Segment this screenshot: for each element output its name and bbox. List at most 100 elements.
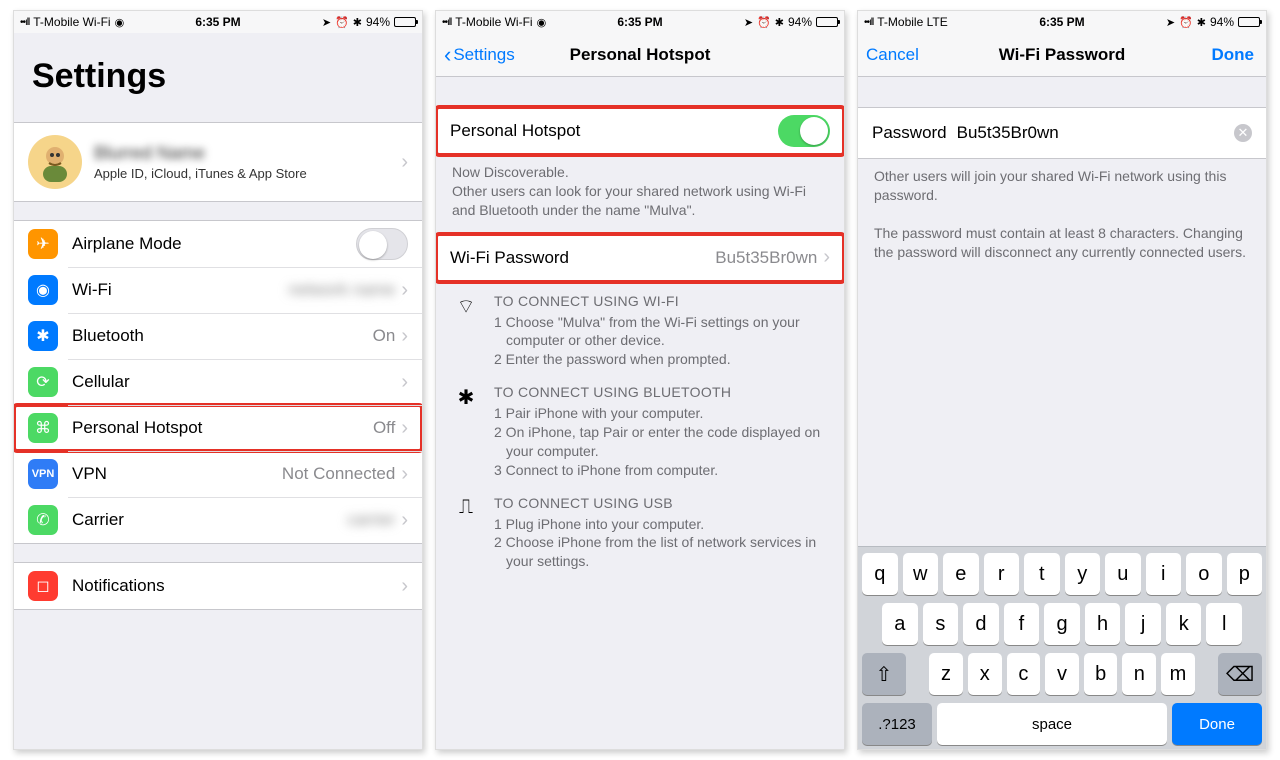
wifi-password-label: Wi-Fi Password bbox=[450, 248, 715, 268]
wifi-settings-icon: ◉ bbox=[28, 275, 58, 305]
battery-pct: 94% bbox=[1210, 15, 1234, 29]
cancel-button[interactable]: Cancel bbox=[866, 33, 919, 77]
key-x[interactable]: x bbox=[968, 653, 1002, 695]
key-b[interactable]: b bbox=[1084, 653, 1118, 695]
key-v[interactable]: v bbox=[1045, 653, 1079, 695]
discoverable-body: Other users can look for your shared net… bbox=[452, 183, 806, 218]
key-n[interactable]: n bbox=[1122, 653, 1156, 695]
battery-pct: 94% bbox=[366, 15, 390, 29]
password-cell[interactable]: Password Bu5t35Br0wn ✕ bbox=[858, 108, 1266, 158]
alarm-icon: ⏰ bbox=[757, 16, 771, 29]
battery-icon bbox=[816, 17, 838, 27]
page-title: Settings bbox=[32, 57, 404, 96]
page-title-area: Settings bbox=[14, 33, 422, 104]
back-button[interactable]: ‹ Settings bbox=[444, 33, 515, 77]
location-icon: ➤ bbox=[322, 16, 331, 29]
notifications-cell[interactable]: ◻ Notifications › bbox=[14, 563, 422, 609]
key-w[interactable]: w bbox=[903, 553, 939, 595]
notifications-label: Notifications bbox=[72, 576, 401, 596]
bluetooth-cell[interactable]: ✱ Bluetooth On › bbox=[14, 313, 422, 359]
key-t[interactable]: t bbox=[1024, 553, 1060, 595]
carrier-cell[interactable]: ✆ Carrier carrier › bbox=[14, 497, 422, 543]
key-j[interactable]: j bbox=[1125, 603, 1161, 645]
wifi-value: network name bbox=[289, 280, 396, 300]
done-button[interactable]: Done bbox=[1212, 33, 1255, 77]
clear-button[interactable]: ✕ bbox=[1234, 124, 1252, 142]
profile-group: Blurred Name Apple ID, iCloud, iTunes & … bbox=[14, 122, 422, 202]
airplane-icon: ✈ bbox=[28, 229, 58, 259]
hotspot-toggle[interactable] bbox=[778, 115, 830, 147]
space-key[interactable]: space bbox=[937, 703, 1167, 745]
key-k[interactable]: k bbox=[1166, 603, 1202, 645]
nav-title: Wi-Fi Password bbox=[999, 45, 1125, 65]
network-group: ✈ Airplane Mode ◉ Wi-Fi network name › ✱… bbox=[14, 220, 422, 544]
password-input[interactable]: Bu5t35Br0wn bbox=[957, 123, 1234, 143]
airplane-mode-cell[interactable]: ✈ Airplane Mode bbox=[14, 221, 422, 267]
key-row-2: asdfghjkl bbox=[862, 603, 1262, 645]
chevron-icon: › bbox=[401, 463, 408, 486]
cellular-cell[interactable]: ⟳ Cellular › bbox=[14, 359, 422, 405]
bluetooth-icon: ✱ bbox=[1197, 16, 1206, 29]
notifications-icon: ◻ bbox=[28, 571, 58, 601]
wifi-password-group: Wi-Fi Password Bu5t35Br0wn › bbox=[436, 234, 844, 282]
key-h[interactable]: h bbox=[1085, 603, 1121, 645]
battery-pct: 94% bbox=[788, 15, 812, 29]
wifi-cell[interactable]: ◉ Wi-Fi network name › bbox=[14, 267, 422, 313]
key-r[interactable]: r bbox=[984, 553, 1020, 595]
key-i[interactable]: i bbox=[1146, 553, 1182, 595]
key-z[interactable]: z bbox=[929, 653, 963, 695]
wifi-instr-1: 1 Choose "Mulva" from the Wi-Fi settings… bbox=[494, 313, 828, 351]
apple-id-cell[interactable]: Blurred Name Apple ID, iCloud, iTunes & … bbox=[14, 123, 422, 201]
key-m[interactable]: m bbox=[1161, 653, 1195, 695]
hotspot-toggle-label: Personal Hotspot bbox=[450, 121, 778, 141]
keyboard-done-key[interactable]: Done bbox=[1172, 703, 1262, 745]
password-help: Other users will join your shared Wi-Fi … bbox=[858, 159, 1266, 269]
wifi-instructions: ⌔ TO CONNECT USING WI-FI 1 Choose "Mulva… bbox=[436, 282, 844, 374]
wifi-label: Wi-Fi bbox=[72, 280, 289, 300]
airplane-toggle[interactable] bbox=[356, 228, 408, 260]
key-s[interactable]: s bbox=[923, 603, 959, 645]
chevron-icon: › bbox=[401, 509, 408, 532]
wifi-password-cell[interactable]: Wi-Fi Password Bu5t35Br0wn › bbox=[436, 235, 844, 281]
key-y[interactable]: y bbox=[1065, 553, 1101, 595]
wifi-icon: ◉ bbox=[115, 16, 125, 29]
key-e[interactable]: e bbox=[943, 553, 979, 595]
key-g[interactable]: g bbox=[1044, 603, 1080, 645]
key-l[interactable]: l bbox=[1206, 603, 1242, 645]
clock: 6:35 PM bbox=[195, 15, 240, 29]
nav-bar: ‹ Settings Personal Hotspot bbox=[436, 33, 844, 77]
password-group: Password Bu5t35Br0wn ✕ bbox=[858, 107, 1266, 159]
personal-hotspot-cell[interactable]: ⌘ Personal Hotspot Off › bbox=[14, 405, 422, 451]
backspace-key[interactable]: ⌫ bbox=[1218, 653, 1262, 695]
chevron-icon: › bbox=[401, 279, 408, 302]
bluetooth-instructions: ✱ TO CONNECT USING BLUETOOTH 1 Pair iPho… bbox=[436, 373, 844, 483]
shift-key[interactable]: ⇧ bbox=[862, 653, 906, 695]
wifi-instr-title: TO CONNECT USING WI-FI bbox=[494, 292, 828, 311]
password-label: Password bbox=[872, 123, 947, 143]
numbers-key[interactable]: .?123 bbox=[862, 703, 932, 745]
key-row-3: ⇧ zxcvbnm ⌫ bbox=[862, 653, 1262, 695]
hotspot-icon: ⌘ bbox=[28, 413, 58, 443]
bluetooth-icon: ✱ bbox=[353, 16, 362, 29]
key-u[interactable]: u bbox=[1105, 553, 1141, 595]
hotspot-toggle-cell[interactable]: Personal Hotspot bbox=[436, 108, 844, 154]
key-q[interactable]: q bbox=[862, 553, 898, 595]
key-f[interactable]: f bbox=[1004, 603, 1040, 645]
usb-instr-title: TO CONNECT USING USB bbox=[494, 494, 828, 513]
wifi-password-value: Bu5t35Br0wn bbox=[715, 248, 817, 268]
bluetooth-value: On bbox=[373, 326, 396, 346]
key-a[interactable]: a bbox=[882, 603, 918, 645]
key-c[interactable]: c bbox=[1007, 653, 1041, 695]
done-label: Done bbox=[1212, 45, 1255, 65]
usb-glyph-icon: ⎍ bbox=[452, 494, 480, 572]
back-label: Settings bbox=[453, 45, 514, 65]
vpn-cell[interactable]: VPN VPN Not Connected › bbox=[14, 451, 422, 497]
battery-icon bbox=[394, 17, 416, 27]
key-p[interactable]: p bbox=[1227, 553, 1263, 595]
carrier-label: T-Mobile LTE bbox=[877, 15, 947, 29]
hotspot-label: Personal Hotspot bbox=[72, 418, 373, 438]
bluetooth-settings-icon: ✱ bbox=[28, 321, 58, 351]
keyboard: qwertyuiop asdfghjkl ⇧ zxcvbnm ⌫ .?123 s… bbox=[858, 546, 1266, 749]
key-o[interactable]: o bbox=[1186, 553, 1222, 595]
key-d[interactable]: d bbox=[963, 603, 999, 645]
